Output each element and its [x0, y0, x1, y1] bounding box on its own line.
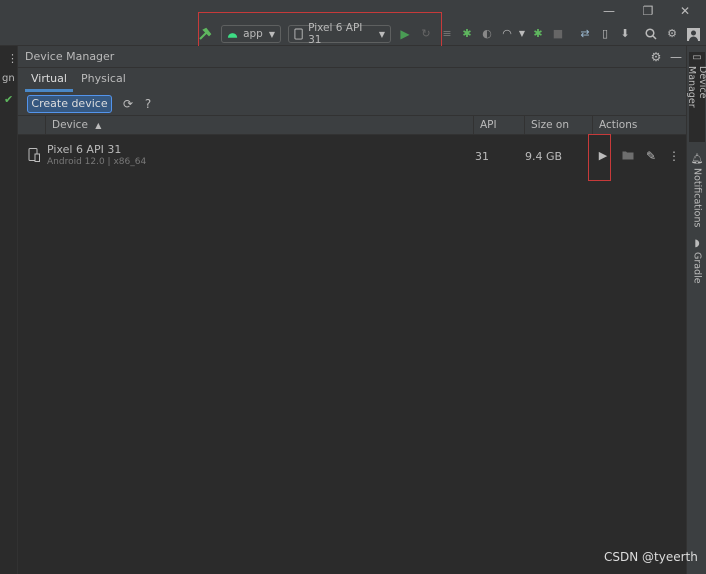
tool-tab-label: Device Manager: [686, 66, 706, 108]
tool-tab-label: Gradle: [691, 252, 703, 284]
create-device-button[interactable]: Create device: [27, 95, 112, 113]
launch-emulator-play-icon[interactable]: ▶: [595, 148, 611, 164]
watermark-text: CSDN @tyeerth: [604, 550, 698, 564]
device-mirror-icon[interactable]: ▯: [597, 26, 613, 42]
device-table-header: Device ▲ API Size on Disk Actions: [18, 116, 686, 150]
device-size: 9.4 GB: [525, 150, 563, 163]
minimize-button[interactable]: —: [598, 3, 620, 19]
bell-icon: 🔔︎: [690, 154, 704, 165]
left-tool-strip: ⋮ gn ✔: [0, 46, 18, 574]
device-tabs: Virtual Physical: [18, 68, 686, 92]
help-icon[interactable]: ?: [140, 96, 156, 112]
chevron-down-icon: ▼: [268, 29, 275, 39]
tool-tab-gradle[interactable]: ◗ Gradle: [689, 238, 705, 284]
device-selector-dropdown[interactable]: Pixel 6 API 31 ▼: [288, 22, 391, 46]
device-subtitle: Android 12.0 | x86_64: [47, 157, 147, 167]
restore-button[interactable]: ❐: [637, 3, 659, 19]
tab-virtual[interactable]: Virtual: [25, 68, 73, 92]
search-icon[interactable]: [643, 26, 659, 42]
tool-tab-device-manager[interactable]: ▭ Device Manager: [686, 52, 706, 142]
main-toolbar: app ▼ Pixel 6 API 31 ▼ ▶ ↻ ≡ ✱ ◐ ◠ ▼ ✱ ■…: [0, 22, 706, 46]
open-folder-icon[interactable]: [620, 148, 636, 164]
device-selector-label: Pixel 6 API 31: [308, 22, 363, 46]
device-api: 31: [475, 150, 489, 163]
sort-ascending-icon: ▲: [95, 121, 102, 130]
column-header-api[interactable]: API: [473, 116, 524, 135]
panel-header: Device Manager ⚙ —: [18, 46, 686, 68]
table-row[interactable]: Pixel 6 API 31 Android 12.0 | x86_64 31 …: [18, 135, 686, 179]
build-hammer-icon[interactable]: [197, 26, 213, 42]
run-icon[interactable]: ▶: [397, 26, 413, 42]
close-window-button[interactable]: ✕: [674, 3, 696, 19]
gradle-icon: ◗: [694, 238, 700, 249]
debug-icon[interactable]: ✱: [459, 26, 475, 42]
sync-gradle-icon[interactable]: ⇄: [577, 26, 593, 42]
refresh-icon[interactable]: ⟳: [120, 96, 136, 112]
attach-debugger-icon[interactable]: ◐: [479, 26, 495, 42]
column-header-actions: Actions: [592, 116, 686, 135]
edit-pencil-icon[interactable]: ✎: [643, 148, 659, 164]
run-config-label: app: [243, 28, 263, 40]
column-header-size[interactable]: Size on Disk: [524, 116, 592, 150]
checkmark-icon: ✔: [4, 93, 14, 106]
panel-settings-gear-icon[interactable]: ⚙: [648, 49, 664, 65]
more-options-icon[interactable]: ⋮: [7, 52, 18, 65]
device-phone-icon: [28, 148, 40, 162]
run-configuration-dropdown[interactable]: app ▼: [221, 25, 281, 43]
chevron-down-icon[interactable]: ▼: [514, 26, 530, 42]
right-tool-strip: ▭ Device Manager 🔔︎ Notifications ◗ Grad…: [686, 46, 706, 574]
android-icon: [227, 33, 238, 38]
tab-physical[interactable]: Physical: [75, 68, 132, 92]
phone-icon: [294, 28, 303, 40]
more-actions-icon[interactable]: ⋮: [666, 148, 682, 164]
hide-panel-icon[interactable]: —: [668, 49, 684, 65]
chevron-down-icon: ▼: [378, 29, 385, 39]
profile-icon[interactable]: ◠: [499, 26, 515, 42]
sdk-manager-icon[interactable]: ⬇: [617, 26, 633, 42]
tool-tab-notifications[interactable]: 🔔︎ Notifications: [689, 154, 705, 228]
device-name: Pixel 6 API 31: [47, 143, 122, 156]
title-bar: — ❐ ✕: [0, 0, 706, 22]
truncated-text: gn: [2, 73, 15, 84]
debug-attach-icon[interactable]: ✱: [530, 26, 546, 42]
column-label-device: Device: [52, 119, 88, 131]
stop-icon[interactable]: ■: [550, 26, 566, 42]
settings-gear-icon[interactable]: ⚙: [664, 26, 680, 42]
device-actions-bar: Create device ⟳ ?: [18, 92, 686, 116]
account-avatar-icon[interactable]: [685, 26, 701, 42]
tool-tab-label: Notifications: [691, 168, 703, 228]
apply-code-changes-icon[interactable]: ≡: [439, 26, 455, 42]
column-header-device[interactable]: Device ▲: [45, 116, 473, 135]
device-manager-icon: ▭: [692, 52, 702, 63]
panel-title: Device Manager: [25, 50, 115, 63]
apply-changes-icon[interactable]: ↻: [418, 26, 434, 42]
device-manager-panel: Device Manager ⚙ — Virtual Physical Crea…: [18, 46, 686, 574]
